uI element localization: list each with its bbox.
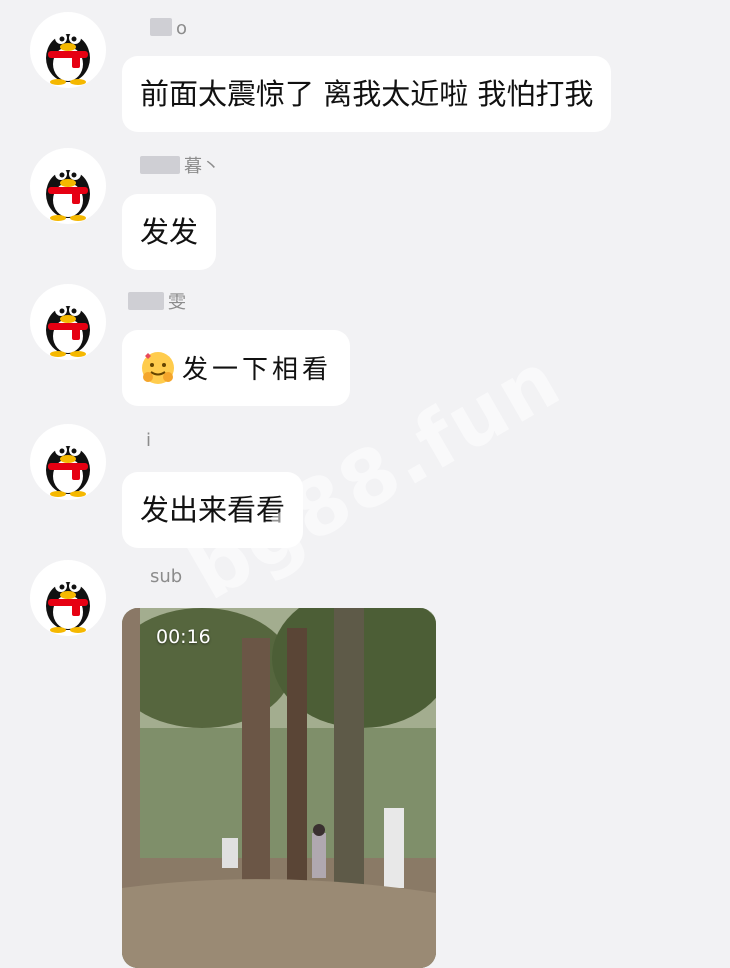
qq-penguin-avatar-icon[interactable] [30,424,106,500]
qq-penguin-avatar-icon[interactable] [30,12,106,88]
message-text: 发一下相看 [182,355,333,385]
video-message[interactable]: 00:16 [122,608,436,968]
chat-thread: o 前面太震惊了 离我太近啦 我怕打我 暮丶 发发 雯 发一下相看 i 发出来看… [0,0,730,968]
hug-emoji-icon [142,352,174,384]
message-bubble[interactable]: 发发 [122,194,217,270]
message-text: 发发 [140,215,199,249]
sender-name: 暮丶 [140,152,220,178]
message-bubble[interactable]: 前面太震惊了 离我太近啦 我怕打我 [122,56,612,132]
qq-penguin-avatar-icon[interactable] [30,284,106,360]
message-bubble[interactable]: 发一下相看 [122,330,351,406]
sender-name: sub [150,566,183,587]
video-duration: 00:16 [156,626,211,648]
sender-name: 雯 [128,288,186,314]
video-thumbnail [122,608,436,968]
name-blur [140,156,180,174]
name-blur [128,292,164,310]
qq-penguin-avatar-icon[interactable] [30,560,106,636]
sender-name: o [150,18,187,39]
qq-penguin-avatar-icon[interactable] [30,148,106,224]
message-text: 前面太震惊了 离我太近啦 我怕打我 [140,77,594,111]
name-blur [150,18,172,36]
sender-name: i [146,430,152,451]
